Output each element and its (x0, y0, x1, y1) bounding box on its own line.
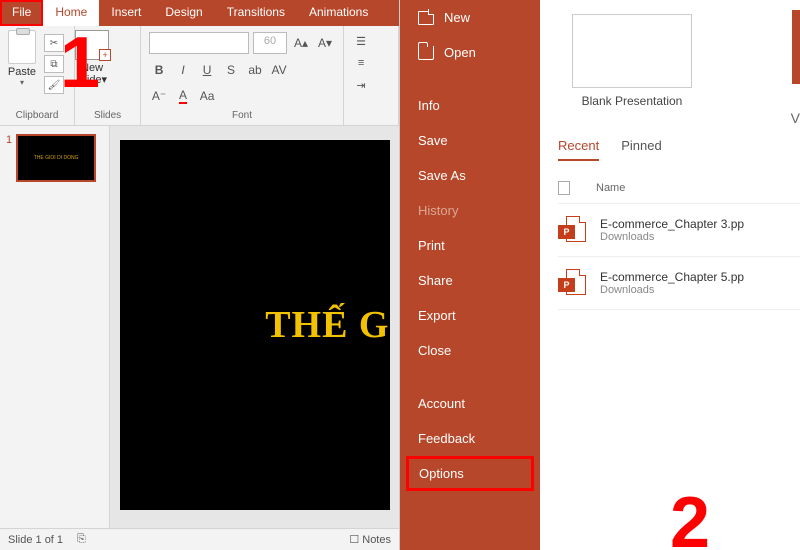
file-menu-account[interactable]: Account (400, 386, 540, 421)
file-menu-history[interactable]: History (400, 193, 540, 228)
open-folder-icon (418, 46, 434, 60)
tab-pinned[interactable]: Pinned (621, 138, 661, 161)
recent-tabs: Recent Pinned (558, 138, 800, 161)
notes-button[interactable]: ☐ Notes (349, 533, 391, 546)
file-list-header: Name (558, 181, 800, 204)
template-thumb-partial[interactable] (792, 10, 800, 84)
char-spacing-button[interactable]: AV (269, 60, 289, 80)
bold-button[interactable]: B (149, 60, 169, 80)
new-slide-icon: + (75, 30, 109, 60)
thumbnail-number: 1 (6, 134, 12, 182)
underline-button[interactable]: U (197, 60, 217, 80)
tab-transitions[interactable]: Transitions (215, 0, 297, 26)
file-menu-feedback[interactable]: Feedback (400, 421, 540, 456)
font-group-label: Font (141, 108, 343, 125)
blank-presentation-thumb[interactable] (572, 14, 692, 88)
new-doc-icon (418, 11, 434, 25)
clipboard-group-label: Clipboard (0, 108, 74, 125)
status-bar: Slide 1 of 1 ⎘ ☐ Notes (0, 528, 399, 550)
tab-home[interactable]: Home (43, 0, 99, 26)
recent-file-row[interactable]: P E-commerce_Chapter 5.pp Downloads (558, 257, 800, 310)
font-color-button[interactable]: A (173, 86, 193, 106)
column-name: Name (596, 182, 625, 194)
tab-recent[interactable]: Recent (558, 138, 599, 161)
indent-button[interactable]: ⇥ (350, 76, 372, 94)
strike-button[interactable]: S (221, 60, 241, 80)
file-menu-info[interactable]: Info (400, 88, 540, 123)
file-location: Downloads (600, 284, 744, 296)
file-menu-open[interactable]: Open (400, 35, 540, 70)
file-menu-export[interactable]: Export (400, 298, 540, 333)
increase-font-button[interactable]: A▴ (291, 33, 311, 53)
template-label-partial: V (791, 110, 800, 126)
slide-thumbnail-panel: 1 THE GIOI DI DONG (0, 126, 110, 528)
ribbon-group-font: 60 A▴ A▾ B I U S ab AV A⁻ A (141, 26, 344, 125)
ribbon-group-paragraph: ☰ ≡ ⇥ (344, 26, 399, 125)
slide-thumbnail[interactable]: 1 THE GIOI DI DONG (6, 134, 103, 182)
font-size-select[interactable]: 60 (253, 32, 287, 54)
tab-animations[interactable]: Animations (297, 0, 380, 26)
slide[interactable]: THẾ G (120, 140, 390, 510)
file-menu-close[interactable]: Close (400, 333, 540, 368)
file-menu-save-as[interactable]: Save As (400, 158, 540, 193)
slide-canvas[interactable]: THẾ G (110, 126, 399, 528)
shadow-button[interactable]: ab (245, 60, 265, 80)
ribbon: Paste ▾ ✂ ⧉ 🖌 Clipboard + NewSlide▾ (0, 26, 399, 126)
doc-icon (558, 181, 570, 195)
spellcheck-icon[interactable]: ⎘ (77, 533, 86, 546)
ribbon-tabs: File Home Insert Design Transitions Anim… (0, 0, 399, 26)
powerpoint-file-icon: P (558, 216, 586, 244)
recent-file-row[interactable]: P E-commerce_Chapter 3.pp Downloads (558, 204, 800, 257)
align-button[interactable]: ≡ (350, 54, 372, 72)
annotation-2: 2 (670, 482, 710, 550)
new-slide-button[interactable]: + NewSlide▾ (75, 26, 109, 86)
clear-format-button[interactable]: A⁻ (149, 86, 169, 106)
bullets-button[interactable]: ☰ (350, 32, 372, 50)
slide-counter: Slide 1 of 1 (8, 534, 63, 546)
ribbon-group-clipboard: Paste ▾ ✂ ⧉ 🖌 Clipboard (0, 26, 75, 125)
highlight-button[interactable]: Aa (197, 86, 217, 106)
file-location: Downloads (600, 231, 744, 243)
paste-button[interactable]: Paste ▾ (0, 30, 44, 104)
tab-file[interactable]: File (0, 0, 43, 26)
file-name: E-commerce_Chapter 5.pp (600, 270, 744, 284)
file-menu: New Open Info Save Save As History Print… (400, 0, 540, 550)
cut-button[interactable]: ✂ (44, 34, 64, 52)
ribbon-group-slides: + NewSlide▾ Slides (75, 26, 141, 125)
file-menu-options[interactable]: Options (406, 456, 534, 491)
tab-insert[interactable]: Insert (99, 0, 153, 26)
file-menu-save[interactable]: Save (400, 123, 540, 158)
paste-label: Paste (8, 66, 36, 78)
slides-group-label: Slides (75, 108, 140, 125)
copy-button[interactable]: ⧉ (44, 55, 64, 73)
tab-design[interactable]: Design (153, 0, 214, 26)
file-menu-share[interactable]: Share (400, 263, 540, 298)
powerpoint-file-icon: P (558, 269, 586, 297)
file-menu-print[interactable]: Print (400, 228, 540, 263)
slide-title-text[interactable]: THẾ G (265, 303, 389, 347)
thumbnail-preview: THE GIOI DI DONG (16, 134, 96, 182)
new-slide-label: NewSlide▾ (77, 62, 107, 86)
format-painter-button[interactable]: 🖌 (44, 76, 64, 94)
file-menu-new[interactable]: New (400, 0, 540, 35)
italic-button[interactable]: I (173, 60, 193, 80)
decrease-font-button[interactable]: A▾ (315, 33, 335, 53)
blank-presentation-label: Blank Presentation (572, 94, 692, 108)
font-name-select[interactable] (149, 32, 249, 54)
backstage-panel: Blank Presentation V Recent Pinned Name … (540, 0, 800, 550)
file-name: E-commerce_Chapter 3.pp (600, 217, 744, 231)
clipboard-icon (8, 30, 36, 64)
